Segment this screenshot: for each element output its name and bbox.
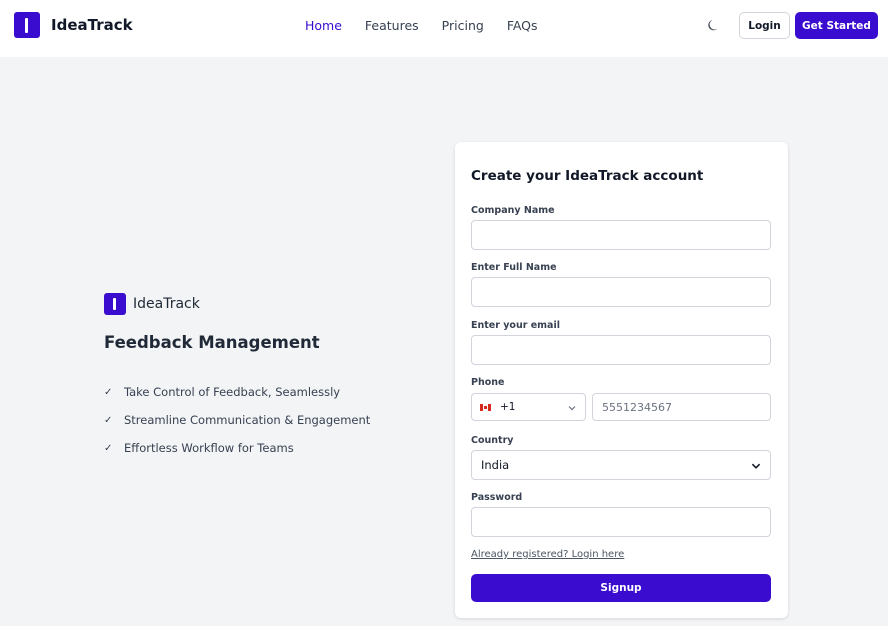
- canada-flag-icon: [480, 403, 491, 411]
- check-icon: ✓: [104, 414, 113, 426]
- email-label: Enter your email: [471, 320, 560, 331]
- chevron-down-icon: [568, 406, 576, 411]
- phone-label: Phone: [471, 377, 505, 388]
- check-icon: ✓: [104, 442, 113, 454]
- password-label: Password: [471, 492, 523, 503]
- feature-text: Streamline Communication & Engagement: [124, 413, 371, 427]
- moon-icon[interactable]: [707, 18, 721, 32]
- feature-text: Take Control of Feedback, Seamlessly: [124, 385, 341, 399]
- list-item: ✓ Take Control of Feedback, Seamlessly: [104, 378, 370, 406]
- feature-list: ✓ Take Control of Feedback, Seamlessly ✓ S…: [104, 378, 370, 462]
- company-name-field[interactable]: [471, 220, 771, 250]
- brand-logo[interactable]: IdeaTrack: [14, 12, 133, 38]
- top-navbar: IdeaTrack Home Features Pricing FAQs Log…: [0, 0, 888, 57]
- country-code-select[interactable]: +1: [471, 393, 586, 421]
- feature-text: Effortless Workflow for Teams: [124, 441, 294, 455]
- brand-name: IdeaTrack: [51, 16, 133, 34]
- check-icon: ✓: [104, 386, 113, 398]
- nav-faqs[interactable]: FAQs: [507, 18, 538, 33]
- hero-headline: Feedback Management: [104, 333, 320, 352]
- hero-brand-name: IdeaTrack: [133, 296, 200, 312]
- get-started-button[interactable]: Get Started: [795, 12, 878, 39]
- nav-pricing[interactable]: Pricing: [442, 18, 484, 33]
- country-code-value: +1: [500, 401, 516, 413]
- login-link[interactable]: Already registered? Login here: [471, 549, 624, 560]
- company-label: Company Name: [471, 205, 555, 216]
- hero-brand: IdeaTrack: [104, 293, 200, 315]
- login-button[interactable]: Login: [739, 12, 790, 39]
- chevron-down-icon: [751, 463, 761, 469]
- signup-card: Create your IdeaTrack account Company Na…: [455, 142, 788, 618]
- country-label: Country: [471, 435, 514, 446]
- country-select[interactable]: India: [471, 450, 771, 480]
- logo-icon: [14, 12, 40, 38]
- main-nav: Home Features Pricing FAQs: [305, 18, 561, 33]
- list-item: ✓ Streamline Communication & Engagement: [104, 406, 370, 434]
- list-item: ✓ Effortless Workflow for Teams: [104, 434, 370, 462]
- full-name-field[interactable]: [471, 277, 771, 307]
- logo-icon: [104, 293, 126, 315]
- password-field[interactable]: [471, 507, 771, 537]
- signup-button[interactable]: Signup: [471, 574, 771, 602]
- full-name-label: Enter Full Name: [471, 262, 557, 273]
- email-field[interactable]: [471, 335, 771, 365]
- form-title: Create your IdeaTrack account: [471, 168, 704, 184]
- country-value: India: [481, 458, 510, 472]
- nav-home[interactable]: Home: [305, 18, 342, 33]
- nav-features[interactable]: Features: [365, 18, 419, 33]
- phone-number-field[interactable]: [592, 393, 771, 421]
